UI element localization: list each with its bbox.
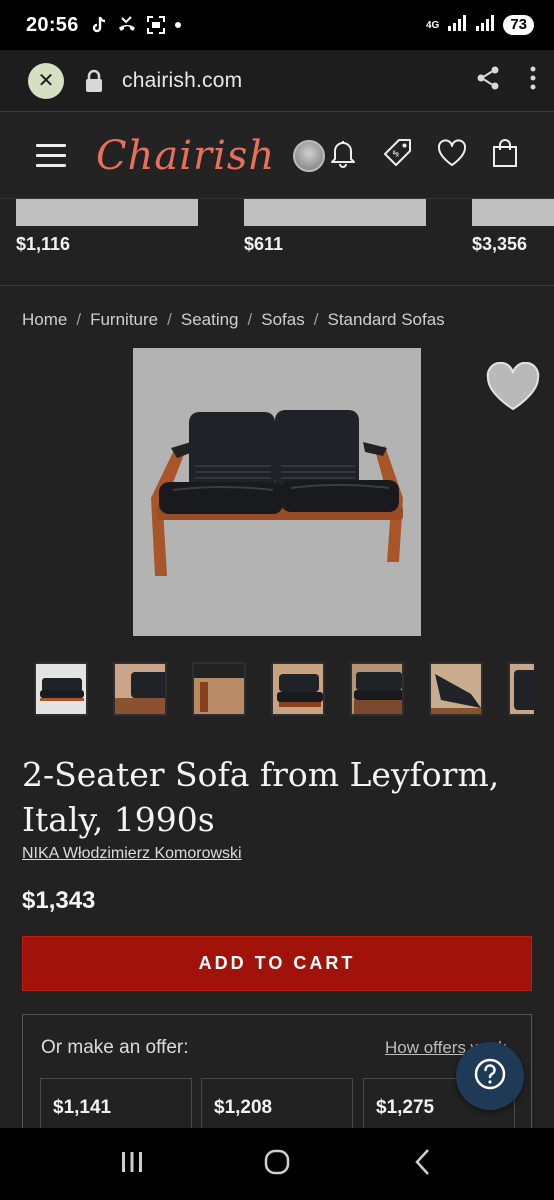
back-icon xyxy=(413,1148,431,1181)
breadcrumb-standard-sofas[interactable]: Standard Sofas xyxy=(327,310,444,330)
breadcrumb-furniture[interactable]: Furniture xyxy=(90,310,158,330)
related-item-price: $611 xyxy=(244,234,284,254)
favorite-heart-icon[interactable] xyxy=(486,361,540,417)
thumbnail[interactable] xyxy=(508,662,534,716)
breadcrumb: Home / Furniture / Seating / Sofas / Sta… xyxy=(22,310,445,330)
status-bar: 20:56 4G 73 xyxy=(0,0,554,50)
screenshot-icon xyxy=(146,16,165,34)
breadcrumb-home[interactable]: Home xyxy=(22,310,67,330)
sofa-illustration xyxy=(151,410,403,576)
related-item-image[interactable] xyxy=(244,199,426,226)
page: 20:56 4G 73 ✕ chairish.com Chairish $ $1… xyxy=(0,0,554,1200)
site-header: Chairish $ xyxy=(0,113,554,199)
product-main-image[interactable] xyxy=(133,348,421,636)
browser-actions xyxy=(476,65,536,96)
lock-icon[interactable] xyxy=(84,69,104,93)
thumbnail[interactable] xyxy=(350,662,404,716)
breadcrumb-separator: / xyxy=(76,310,82,329)
menu-icon[interactable] xyxy=(36,144,66,167)
site-logo[interactable]: Chairish xyxy=(96,133,275,179)
breadcrumb-seating[interactable]: Seating xyxy=(181,310,239,330)
recents-icon xyxy=(120,1151,144,1178)
designer-link[interactable]: NIKA Włodzimierz Komorowski xyxy=(22,845,242,863)
product-title: 2-Seater Sofa from Leyform, Italy, 1990s xyxy=(22,755,500,839)
browser-toolbar: ✕ chairish.com xyxy=(0,50,554,112)
close-icon: ✕ xyxy=(37,70,55,92)
related-item-price: $1,116 xyxy=(16,234,71,254)
help-button[interactable] xyxy=(456,1042,524,1110)
home-button[interactable] xyxy=(247,1134,307,1194)
svg-text:$: $ xyxy=(391,149,402,160)
thumbnail[interactable] xyxy=(429,662,483,716)
thumbnail[interactable] xyxy=(271,662,325,716)
dot-icon xyxy=(174,22,181,28)
thumbnail-strip xyxy=(34,662,534,718)
related-item-price: $3,356 xyxy=(472,234,528,254)
signal-icon xyxy=(447,14,467,36)
related-item[interactable]: $3,356 xyxy=(472,199,554,255)
thumbnail[interactable] xyxy=(34,662,88,716)
breadcrumb-separator: / xyxy=(313,310,319,329)
system-nav-bar xyxy=(0,1128,554,1200)
recents-button[interactable] xyxy=(102,1134,162,1194)
battery-indicator: 73 xyxy=(503,15,534,35)
url-text[interactable]: chairish.com xyxy=(122,69,242,93)
avatar[interactable] xyxy=(293,139,326,172)
tiktok-icon xyxy=(91,16,107,34)
breadcrumb-separator: / xyxy=(167,310,172,329)
product-price: $1,343 xyxy=(22,887,96,914)
related-item-image[interactable] xyxy=(16,199,198,226)
network-type: 4G xyxy=(425,19,440,31)
add-to-cart-button[interactable]: ADD TO CART xyxy=(22,936,532,991)
thumbnail[interactable] xyxy=(192,662,246,716)
breadcrumb-sofas[interactable]: Sofas xyxy=(261,310,304,330)
related-item-image[interactable] xyxy=(472,199,554,226)
close-tab-button[interactable]: ✕ xyxy=(28,62,64,99)
missed-call-icon xyxy=(117,16,137,34)
offer-label: Or make an offer: xyxy=(41,1037,189,1058)
back-button[interactable] xyxy=(392,1134,452,1194)
status-notification-icons xyxy=(91,16,181,34)
heart-icon[interactable] xyxy=(437,139,467,172)
status-time: 20:56 xyxy=(26,13,79,36)
breadcrumb-separator: / xyxy=(247,310,253,329)
tag-icon[interactable]: $ xyxy=(382,138,412,173)
more-icon[interactable] xyxy=(530,66,536,95)
related-item[interactable]: $1,116 xyxy=(16,199,198,255)
bell-icon[interactable] xyxy=(329,138,357,173)
related-item[interactable]: $611 xyxy=(244,199,426,255)
signal-icon-2 xyxy=(475,14,495,36)
help-icon xyxy=(473,1057,507,1096)
bag-icon[interactable] xyxy=(492,138,518,173)
related-items-strip: $1,116 $611 $3,356 xyxy=(0,199,554,286)
home-icon xyxy=(263,1148,291,1181)
header-icons: $ xyxy=(329,138,518,173)
thumbnail[interactable] xyxy=(113,662,167,716)
share-icon[interactable] xyxy=(476,65,500,96)
status-system-icons: 4G 73 xyxy=(425,14,534,36)
